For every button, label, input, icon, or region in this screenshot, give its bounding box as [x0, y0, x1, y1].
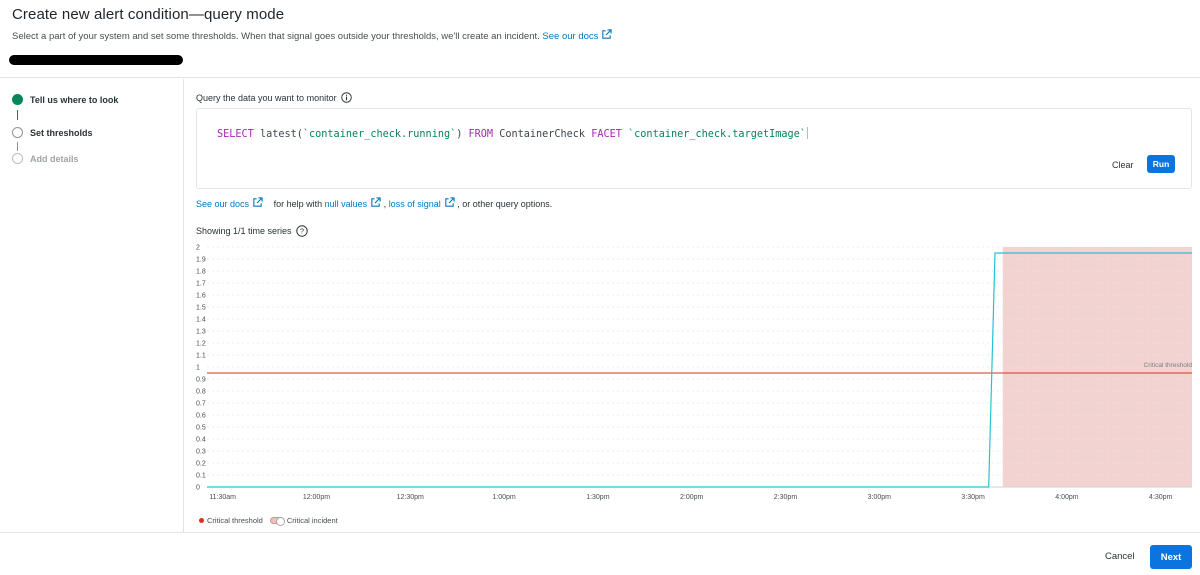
y-tick-label: 1.5	[196, 305, 206, 312]
y-tick-label: 1.1	[196, 353, 206, 360]
x-tick-label: 12:30pm	[397, 494, 424, 501]
critical-threshold-swatch	[199, 518, 204, 523]
step-label: Add details	[30, 153, 79, 164]
see-our-docs-label: See our docs	[542, 31, 599, 42]
cancel-button[interactable]: Cancel	[1097, 549, 1143, 564]
y-tick-label: 1.2	[196, 341, 206, 348]
see-our-docs-link[interactable]: See our docs	[542, 29, 613, 42]
step-label: Tell us where to look	[30, 94, 119, 105]
step-connector	[17, 110, 18, 120]
x-tick-label: 4:00pm	[1055, 494, 1079, 501]
y-tick-label: 1	[196, 365, 200, 372]
step-connector	[17, 142, 18, 151]
x-tick-label: 2:00pm	[680, 494, 704, 501]
step-label: Set thresholds	[30, 127, 93, 138]
x-tick-label: 12:00pm	[303, 494, 330, 501]
y-tick-label: 0.8	[196, 389, 206, 396]
step-complete-icon	[12, 94, 23, 105]
y-tick-label: 1.4	[196, 317, 206, 324]
subtitle-text: Select a part of your system and set som…	[12, 31, 540, 42]
y-tick-label: 1.9	[196, 257, 206, 264]
page-footer: Cancel Next	[0, 532, 1200, 575]
y-tick-label: 1.7	[196, 281, 206, 288]
page-subtitle: Select a part of your system and set som…	[12, 29, 613, 42]
x-tick-label: 3:00pm	[868, 494, 892, 501]
legend-critical-incident[interactable]: Critical incident	[287, 516, 338, 525]
y-tick-label: 0.4	[196, 437, 206, 444]
next-button[interactable]: Next	[1150, 545, 1192, 569]
redacted-bar	[9, 55, 183, 65]
y-tick-label: 0.9	[196, 377, 206, 384]
y-tick-label: 1.8	[196, 269, 206, 276]
y-tick-label: 2	[196, 245, 200, 252]
critical-threshold-label: Critical threshold	[1144, 362, 1193, 369]
step-todo-icon	[12, 127, 23, 138]
step-tell-us-where-to-look[interactable]: Tell us where to look	[12, 94, 118, 105]
x-tick-label: 2:30pm	[774, 494, 798, 501]
main-panel: Query the data you want to monitor SELEC…	[185, 79, 1200, 532]
x-tick-label: 1:30pm	[586, 494, 610, 501]
step-add-details[interactable]: Add details	[12, 153, 79, 164]
x-tick-label: 4:30pm	[1149, 494, 1173, 501]
chart-legend: Critical threshold Critical incident	[199, 516, 338, 526]
x-tick-label: 11:30am	[209, 494, 236, 501]
critical-incident-toggle[interactable]	[269, 517, 285, 526]
y-tick-label: 0.3	[196, 449, 206, 456]
y-tick-label: 0	[196, 485, 200, 492]
steps-sidebar: Tell us where to look Set thresholds Add…	[0, 79, 184, 532]
y-tick-label: 0.1	[196, 473, 206, 480]
legend-critical-threshold[interactable]: Critical threshold	[207, 516, 263, 525]
step-set-thresholds[interactable]: Set thresholds	[12, 127, 93, 138]
y-tick-label: 1.6	[196, 293, 206, 300]
y-tick-label: 0.7	[196, 401, 206, 408]
page-title: Create new alert condition—query mode	[12, 6, 285, 23]
time-series-chart[interactable]: 0 0.1 0.2 0.3 0.4 0.5 0.6 0.7 0.8 0.9 1 1.1 1.2 1.3 1.…	[185, 79, 1200, 509]
y-tick-label: 1.3	[196, 329, 206, 336]
x-tick-label: 1:00pm	[492, 494, 516, 501]
x-tick-label: 3:30pm	[961, 494, 985, 501]
y-tick-label: 0.2	[196, 461, 206, 468]
page-header: Create new alert condition—query mode Se…	[0, 0, 1200, 78]
y-tick-label: 0.6	[196, 413, 206, 420]
y-tick-label: 0.5	[196, 425, 206, 432]
external-link-icon	[602, 29, 613, 39]
step-pending-icon	[12, 153, 23, 164]
